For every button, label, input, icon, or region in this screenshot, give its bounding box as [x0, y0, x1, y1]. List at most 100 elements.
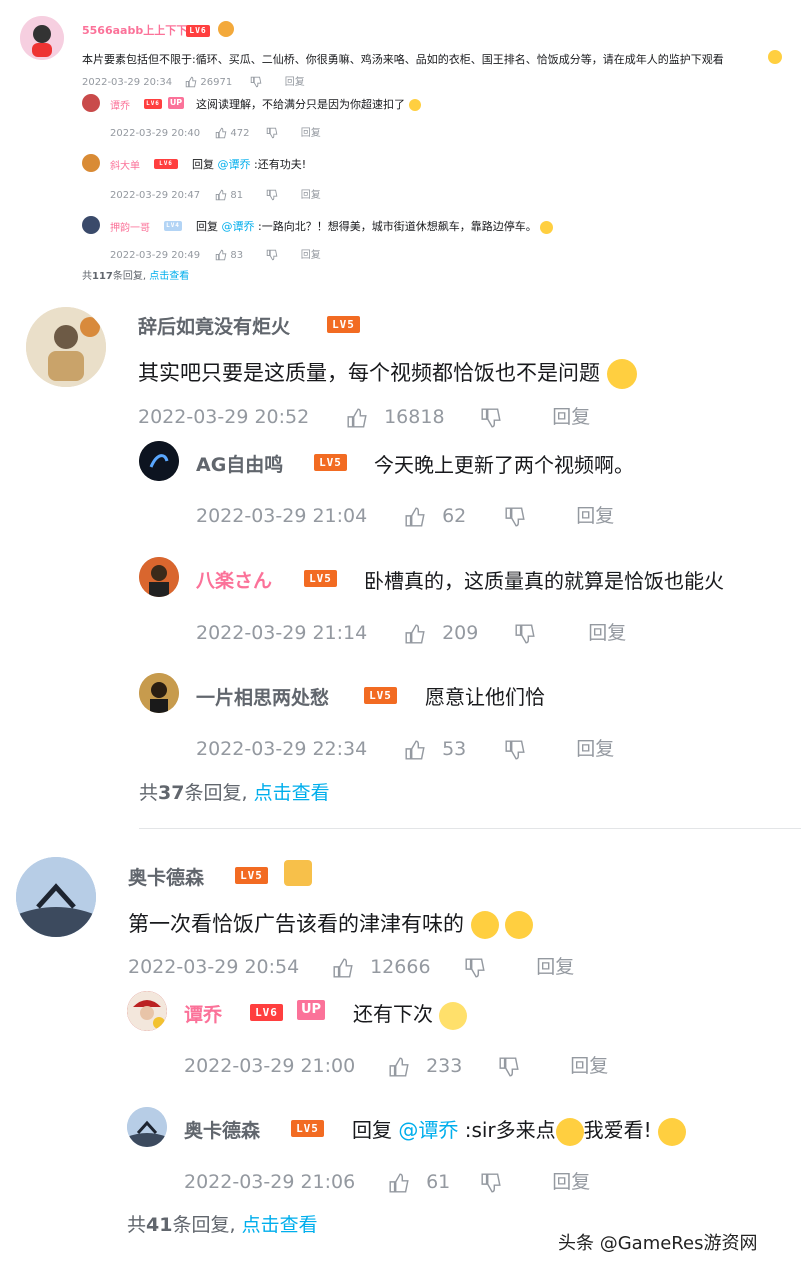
dislike-icon[interactable] [480, 406, 546, 429]
dislike-icon[interactable] [498, 1055, 564, 1078]
reply-button[interactable]: 回复 [576, 734, 614, 761]
reply-prefix: 回复 [192, 158, 214, 171]
like-icon[interactable] [332, 956, 364, 979]
dislike-icon[interactable] [464, 956, 530, 979]
reply-text: 今天晚上更新了两个视频啊。 [374, 453, 634, 477]
comment-meta: 2022-03-29 20:34 26971 回复 [82, 73, 305, 88]
user-name[interactable]: 谭乔 [184, 1000, 222, 1027]
like-icon[interactable] [215, 127, 227, 139]
timestamp: 2022-03-29 20:52 [138, 406, 310, 428]
reply-text: 回复 @谭乔 :还有功夫! [192, 156, 306, 172]
doge-emoji-icon [505, 911, 534, 939]
user-name[interactable]: 谭乔 [110, 97, 130, 112]
reply-text: 回复 @谭乔 :sir多来点 我爱看! [352, 1114, 687, 1146]
avatar[interactable] [127, 1107, 167, 1147]
summary-prefix: 共 [127, 1214, 147, 1236]
avatar[interactable] [82, 94, 100, 112]
reply-prefix: 回复 [196, 220, 218, 233]
user-name[interactable]: 斜大单 [110, 157, 140, 172]
like-icon[interactable] [185, 76, 197, 88]
timestamp: 2022-03-29 20:49 [110, 250, 201, 261]
level-badge: LV6 [144, 99, 162, 109]
reply-button[interactable]: 回复 [552, 1167, 590, 1194]
like-count: 12666 [370, 956, 431, 978]
avatar[interactable] [82, 154, 100, 172]
reply-button[interactable]: 回复 [576, 501, 614, 528]
mention-link[interactable]: @谭乔 [218, 158, 251, 171]
reply-count: 41 [146, 1214, 173, 1236]
like-count: 209 [442, 622, 479, 644]
like-icon[interactable] [215, 189, 227, 201]
reply-button[interactable]: 回复 [552, 402, 590, 429]
like-count: 61 [426, 1171, 451, 1193]
avatar[interactable] [139, 557, 179, 597]
timestamp: 2022-03-29 21:14 [196, 622, 368, 644]
reply-content: :sir多来点 [464, 1118, 556, 1142]
avatar[interactable] [127, 991, 167, 1031]
reply-meta: 2022-03-29 21:00 233 回复 [184, 1051, 608, 1078]
reply-content-2: 我爱看! [583, 1118, 652, 1142]
level-badge: LV5 [327, 316, 360, 333]
view-replies-link[interactable]: 点击查看 [149, 267, 189, 282]
user-name[interactable]: 一片相思两处愁 [196, 683, 329, 710]
emoji-icon [408, 99, 421, 111]
reply-text: 愿意让他们恰 [425, 685, 545, 709]
view-replies-link[interactable]: 点击查看 [254, 778, 330, 805]
comment-meta: 2022-03-29 20:54 12666 回复 [128, 952, 574, 979]
user-name[interactable]: 八楽さん [196, 566, 272, 593]
like-icon[interactable] [388, 1055, 420, 1078]
mention-link[interactable]: @谭乔 [398, 1118, 458, 1142]
avatar[interactable] [26, 307, 106, 387]
reply-button[interactable]: 回复 [588, 618, 626, 645]
summary-prefix: 共 [82, 271, 92, 282]
reply-button[interactable]: 回复 [301, 124, 321, 139]
user-name[interactable]: 奥卡德森 [184, 1116, 260, 1143]
avatar[interactable] [16, 857, 96, 937]
like-icon[interactable] [404, 622, 436, 645]
like-icon[interactable] [404, 738, 436, 761]
cat-emoji-icon [768, 50, 782, 64]
user-name[interactable]: 辞后如竟没有炬火 [138, 312, 290, 339]
timestamp: 2022-03-29 21:04 [196, 505, 368, 527]
reply-button[interactable]: 回复 [536, 952, 574, 979]
dislike-icon[interactable] [504, 738, 570, 761]
reply-button[interactable]: 回复 [285, 73, 305, 88]
reply-content: :还有功夫! [254, 158, 307, 171]
summary-suffix: 条回复, [112, 271, 147, 282]
dislike-icon[interactable] [266, 249, 298, 261]
comment-text: 第一次看恰饭广告该看的津津有味的 [128, 908, 534, 939]
avatar[interactable] [139, 673, 179, 713]
like-icon[interactable] [388, 1171, 420, 1194]
like-count: 83 [230, 250, 244, 261]
reply-meta: 2022-03-29 20:49 83 回复 [110, 246, 321, 261]
avatar[interactable] [20, 16, 64, 60]
avatar[interactable] [82, 216, 100, 234]
comment-text: 本片要素包括但不限于:循环、买瓜、二仙桥、你很勇嘛、鸡汤来咯、品如的衣柜、国王排… [82, 53, 724, 66]
user-name[interactable]: AG自由鸣 [196, 450, 283, 477]
like-count: 26971 [200, 77, 233, 88]
avatar[interactable] [139, 441, 179, 481]
dislike-icon[interactable] [480, 1171, 546, 1194]
dislike-icon[interactable] [514, 622, 582, 645]
dislike-icon[interactable] [266, 189, 298, 201]
user-name[interactable]: 押韵一哥 [110, 219, 150, 234]
like-icon[interactable] [404, 505, 436, 528]
level-badge: LV5 [364, 687, 397, 704]
reply-button[interactable]: 回复 [301, 246, 321, 261]
reply-button[interactable]: 回复 [570, 1051, 608, 1078]
doge-emoji-icon [540, 220, 554, 234]
divider [139, 828, 801, 829]
user-name[interactable]: 奥卡德森 [128, 863, 204, 890]
dislike-icon[interactable] [504, 505, 570, 528]
level-badge: LV5 [235, 867, 268, 884]
dislike-icon[interactable] [266, 127, 298, 139]
laugh-emoji-icon [470, 911, 499, 939]
dislike-icon[interactable] [250, 76, 282, 88]
reply-text: 回复 @谭乔 :一路向北？！想得美，城市街道休想飙车，靠路边停车。 [196, 218, 554, 234]
reply-button[interactable]: 回复 [301, 186, 321, 201]
like-icon[interactable] [346, 406, 378, 429]
view-replies-link[interactable]: 点击查看 [242, 1210, 318, 1237]
user-name[interactable]: 5566aabb上上下下 [82, 22, 187, 38]
mention-link[interactable]: @谭乔 [222, 220, 255, 233]
like-icon[interactable] [215, 249, 227, 261]
